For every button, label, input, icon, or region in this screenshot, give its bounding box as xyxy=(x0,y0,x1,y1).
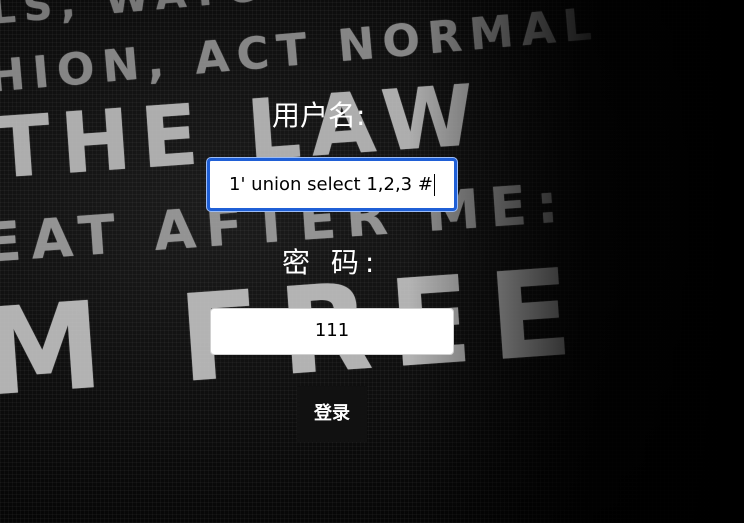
password-value: 111 xyxy=(314,320,350,341)
username-input[interactable]: 1' union select 1,2,3 # xyxy=(207,158,457,211)
login-form: 用户名: 1' union select 1,2,3 # 密 码: 111 登录 xyxy=(0,0,744,523)
password-label: 密 码: xyxy=(282,246,381,279)
login-button[interactable]: 登录 xyxy=(297,386,367,442)
text-caret xyxy=(433,174,435,196)
password-input[interactable]: 111 xyxy=(210,308,454,355)
login-page: LS, WATCH YOUR TV HION, ACT NORMAL THE L… xyxy=(0,0,744,523)
username-label: 用户名: xyxy=(272,99,366,132)
username-value: 1' union select 1,2,3 # xyxy=(229,174,433,195)
